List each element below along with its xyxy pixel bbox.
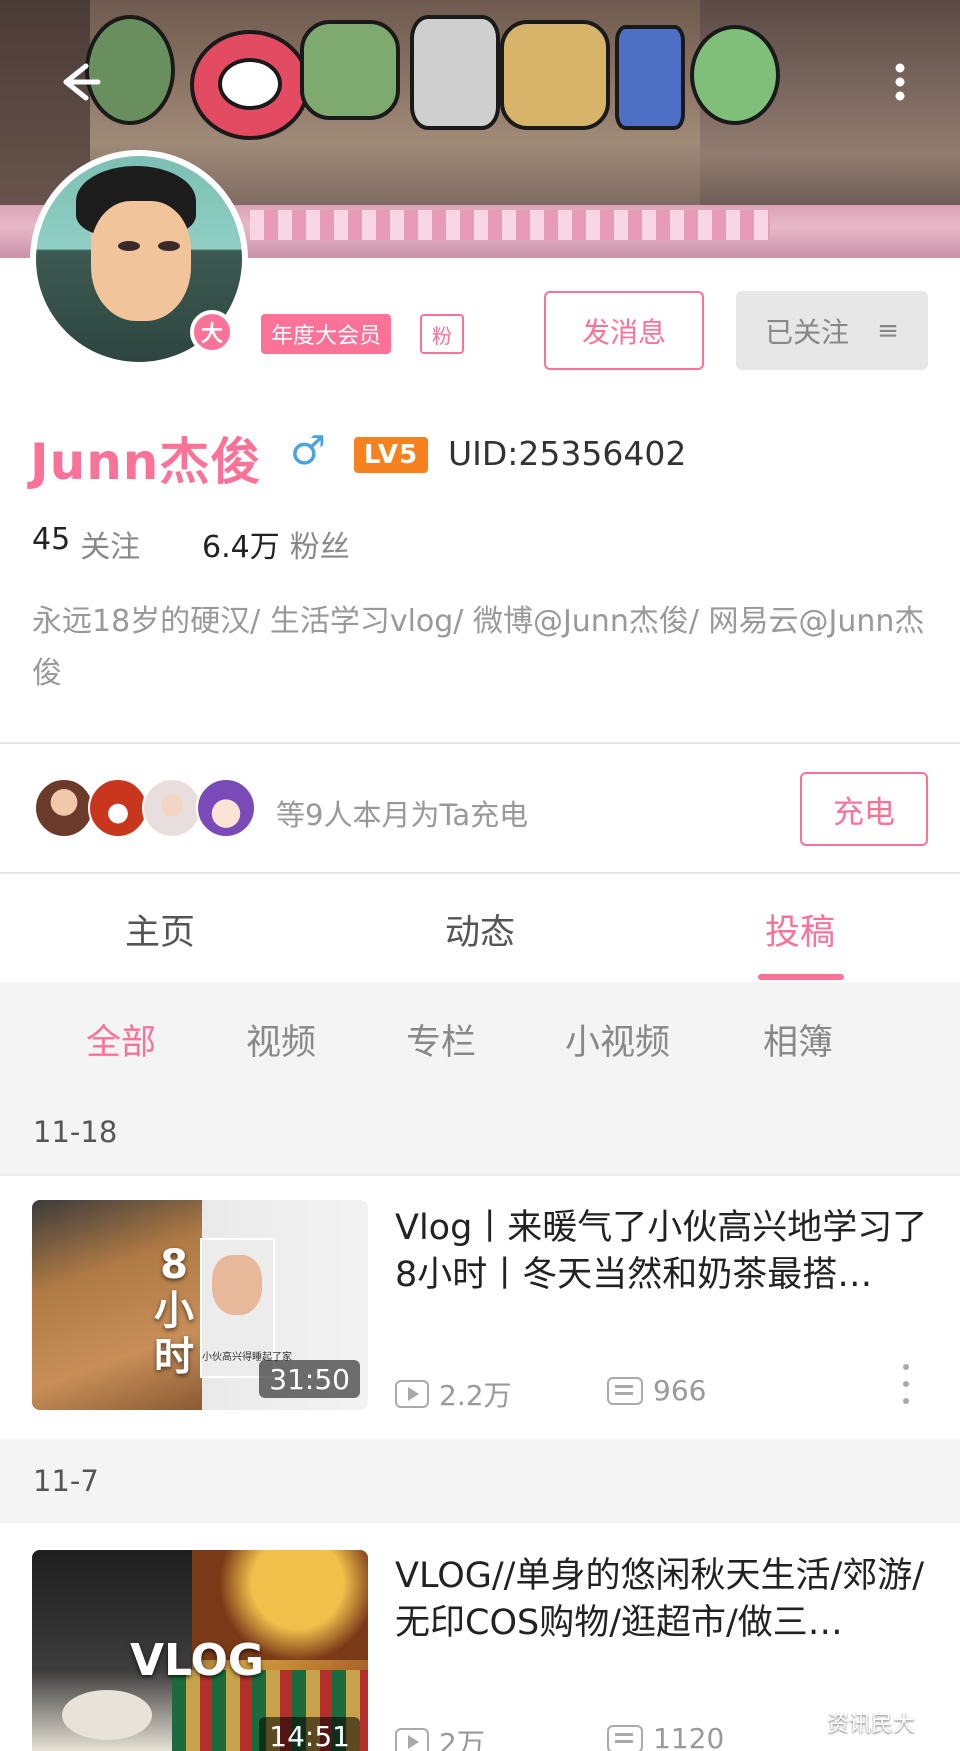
view-count: 2.2万 xyxy=(395,1374,512,1414)
video-title[interactable]: Vlog丨来暖气了小伙高兴地学习了8小时丨冬天当然和奶茶最搭… xyxy=(395,1205,935,1299)
divider xyxy=(0,1174,960,1176)
tab-home[interactable]: 主页 xyxy=(80,904,240,955)
following-label: 关注 xyxy=(80,530,141,565)
following-stat[interactable]: 45 关注 xyxy=(32,522,140,566)
watermark-text: 资讯民大 xyxy=(827,1712,916,1737)
charger-avatar[interactable] xyxy=(34,778,94,838)
danmaku-icon xyxy=(607,1376,643,1405)
subtab-all[interactable]: 全部 xyxy=(86,1014,156,1065)
wechat-icon xyxy=(785,1710,819,1734)
divider xyxy=(0,872,960,874)
thumbnail-overlay-text: 8 小 时 xyxy=(154,1242,194,1380)
charger-avatar[interactable] xyxy=(88,778,148,838)
followers-label: 粉丝 xyxy=(289,530,350,565)
video-title[interactable]: VLOG//单身的悠闲秋天生活/郊游/无印COS购物/逛超市/做三… xyxy=(395,1553,935,1647)
play-count-icon xyxy=(395,1380,429,1408)
annual-vip-tag: 年度大会员 xyxy=(261,314,392,354)
more-vertical-icon xyxy=(895,63,905,101)
subtab-short-video[interactable]: 小视频 xyxy=(565,1014,670,1065)
danmaku-count: 1120 xyxy=(607,1722,724,1751)
video-more-icon[interactable] xyxy=(901,1364,911,1404)
followers-stat[interactable]: 6.4万 粉丝 xyxy=(202,522,350,566)
subtab-album[interactable]: 相簿 xyxy=(763,1014,833,1065)
followers-count: 6.4万 xyxy=(202,530,280,565)
subtab-video[interactable]: 视频 xyxy=(246,1014,316,1065)
date-text: 11-18 xyxy=(33,1115,118,1149)
subtab-column[interactable]: 专栏 xyxy=(406,1014,476,1065)
level-badge: LV5 xyxy=(354,437,428,473)
danmaku-count-value: 1120 xyxy=(653,1722,725,1751)
view-count-value: 2.2万 xyxy=(439,1379,512,1412)
video-duration: 31:50 xyxy=(259,1360,360,1398)
watermark: 资讯民大 xyxy=(785,1706,915,1738)
menu-icon: ≡ xyxy=(877,315,899,346)
charge-text: 等9人本月为Ta充电 xyxy=(276,798,529,832)
danmaku-count: 966 xyxy=(607,1374,706,1407)
video-thumbnail[interactable]: VLOG 14:51 xyxy=(32,1550,368,1751)
charger-avatar[interactable] xyxy=(142,778,202,838)
play-count-icon xyxy=(395,1728,429,1751)
uid-text: UID:25356402 xyxy=(448,434,687,473)
bio-text: 永远18岁的硬汉/ 生活学习vlog/ 微博@Junn杰俊/ 网易云@Junn杰… xyxy=(32,604,925,691)
back-button[interactable] xyxy=(46,52,106,112)
charger-avatar[interactable] xyxy=(196,778,256,838)
tab-submissions[interactable]: 投稿 xyxy=(720,904,880,955)
send-message-button[interactable]: 发消息 xyxy=(544,291,704,370)
date-header: 11-18 xyxy=(0,1090,960,1174)
following-count: 45 xyxy=(32,522,71,557)
danmaku-icon xyxy=(607,1724,643,1751)
followed-label: 已关注 xyxy=(765,315,850,349)
followed-button[interactable]: 已关注 ≡ xyxy=(736,291,928,370)
danmaku-count-value: 966 xyxy=(653,1374,707,1407)
view-count-value: 2万 xyxy=(439,1727,485,1751)
more-options-button[interactable] xyxy=(880,52,920,112)
charge-button[interactable]: 充电 xyxy=(800,772,928,846)
date-text: 11-7 xyxy=(33,1464,99,1498)
username: Junn杰俊 xyxy=(30,433,262,491)
video-thumbnail[interactable]: 8 小 时 小伙高兴得睡起了家 31:50 xyxy=(32,1200,368,1410)
view-count: 2万 xyxy=(395,1722,485,1751)
thumbnail-overlay-text: VLOG xyxy=(130,1635,265,1686)
date-header: 11-7 xyxy=(0,1439,960,1523)
video-duration: 14:51 xyxy=(259,1717,360,1751)
fan-tag: 粉 xyxy=(420,314,464,354)
vip-badge-icon: 大 xyxy=(190,310,234,354)
tab-dynamics[interactable]: 动态 xyxy=(400,904,560,955)
gender-male-icon: ♂ xyxy=(290,428,326,474)
arrow-left-icon xyxy=(63,63,101,101)
tab-active-indicator xyxy=(758,974,844,980)
